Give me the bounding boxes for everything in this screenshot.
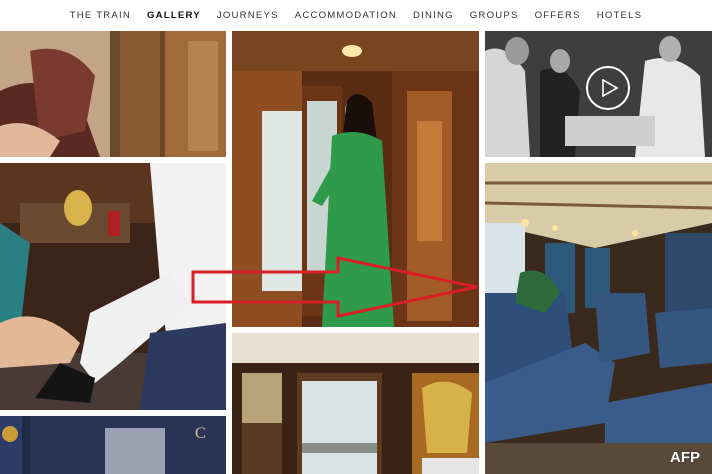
gallery-photo-train-exterior[interactable]: C (0, 416, 226, 474)
gallery-photo-cabin-interior[interactable] (232, 333, 479, 474)
play-video-button[interactable] (586, 66, 630, 110)
nav-item-groups[interactable]: GROUPS (462, 10, 527, 21)
gallery-photo-lounge-drinks[interactable] (0, 163, 226, 410)
nav-item-dining[interactable]: DINING (405, 10, 462, 21)
nav-item-offers[interactable]: OFFERS (527, 10, 589, 21)
main-navigation: THE TRAIN GALLERY JOURNEYS ACCOMMODATION… (0, 0, 712, 31)
gallery-photo-blue-salon-car[interactable] (485, 163, 712, 474)
nav-item-gallery[interactable]: GALLERY (139, 10, 209, 21)
afp-watermark: AFP (670, 449, 700, 466)
nav-item-accommodation[interactable]: ACCOMMODATION (287, 10, 405, 21)
gallery-photo-carriage-corridor[interactable] (0, 31, 226, 157)
nav-item-hotels[interactable]: HOTELS (589, 10, 651, 21)
nav-item-the-train[interactable]: THE TRAIN (62, 10, 139, 21)
gallery-photo-green-dress[interactable] (232, 31, 479, 327)
svg-text:C: C (195, 425, 206, 442)
play-icon (602, 79, 619, 97)
nav-item-journeys[interactable]: JOURNEYS (209, 10, 287, 21)
